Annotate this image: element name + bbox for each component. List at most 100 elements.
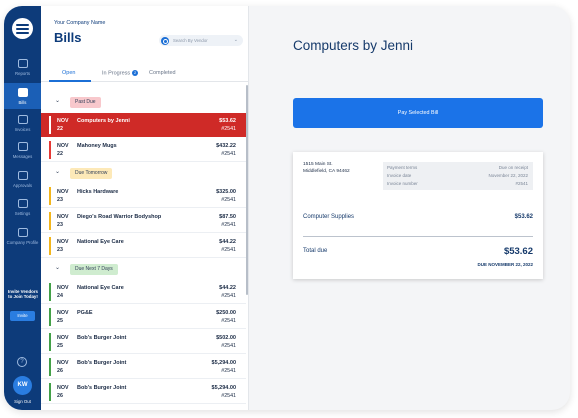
- app-window: Reports Bills Invoices Messages Approvals Set…: [4, 6, 570, 410]
- terms-value: Due on receipt: [498, 165, 528, 170]
- tab-completed[interactable]: Completed: [149, 70, 176, 76]
- bill-row[interactable]: NOV 26 Bob's Burger Joint $5,294.00 #2541: [41, 355, 246, 379]
- sidebar-item-reports[interactable]: Reports: [4, 54, 41, 80]
- address-line: Middlefield, CA 94462: [303, 168, 350, 174]
- bill-amount: $53.62: [219, 118, 236, 124]
- sidebar-item-bills[interactable]: Bills: [4, 83, 41, 109]
- group-header[interactable]: ⌄ Due Next 7 Days: [41, 262, 246, 277]
- bills-icon: [17, 88, 28, 97]
- bill-month: NOV: [57, 360, 69, 366]
- bill-row[interactable]: NOV 25 Bob's Burger Joint $502.00 #2541: [41, 330, 246, 354]
- bills-list-panel: Your Company Name Bills Search By Vendor…: [41, 6, 249, 410]
- tab-in-progress-label: In Progress: [102, 70, 131, 77]
- bill-number: #2541: [221, 151, 236, 157]
- bill-day: 26: [57, 393, 63, 399]
- bill-row[interactable]: NOV 24 National Eye Care $44.22 #2541: [41, 280, 246, 304]
- bill-vendor: Bob's Burger Joint: [77, 385, 127, 391]
- bill-day: 23: [57, 222, 63, 228]
- due-status-bar: [49, 187, 51, 205]
- bill-row[interactable]: NOV 25 PG&E $250.00 #2541: [41, 305, 246, 329]
- active-tab-indicator: [49, 80, 91, 82]
- bill-month: NOV: [57, 385, 69, 391]
- list-scrollbar[interactable]: [246, 85, 248, 295]
- sidebar-item-company-profile[interactable]: Company Profile: [4, 223, 41, 249]
- bill-number: #2541: [221, 222, 236, 228]
- due-status-bar: [49, 308, 51, 326]
- terms-key: Invoice number: [387, 181, 418, 186]
- sidebar-item-label: Bills: [18, 100, 27, 105]
- bill-month: NOV: [57, 335, 69, 341]
- group-header[interactable]: ⌄ Past Due: [41, 95, 246, 110]
- group-label: Due Next 7 Days: [70, 264, 118, 275]
- divider: [303, 236, 533, 237]
- bill-vendor: PG&E: [77, 310, 93, 316]
- sign-out-link[interactable]: Sign Out: [4, 399, 41, 404]
- bill-day: 24: [57, 293, 63, 299]
- chevron-down-icon[interactable]: ⌄: [55, 97, 60, 104]
- terms-value: November 22, 2022: [488, 173, 528, 178]
- due-status-bar: [49, 383, 51, 401]
- in-progress-count-badge: 2: [132, 70, 139, 76]
- bill-amount: $5,294.00: [211, 385, 236, 391]
- tab-in-progress[interactable]: In Progress 2: [102, 70, 139, 77]
- bill-number: #2541: [221, 126, 236, 132]
- search-input[interactable]: Search By Vendor ⌄: [159, 35, 243, 46]
- total-label: Total due: [303, 248, 328, 254]
- bill-month: NOV: [57, 285, 69, 291]
- sidebar-item-invoices[interactable]: Invoices: [4, 110, 41, 136]
- sidebar-item-label: Reports: [14, 71, 31, 76]
- group-label: Past Due: [70, 97, 101, 108]
- bill-number: #2541: [221, 318, 236, 324]
- bill-vendor: Mahoney Mugs: [77, 143, 117, 149]
- terms-key: Payment terms: [387, 165, 418, 170]
- sidebar-item-messages[interactable]: Messages: [4, 137, 41, 163]
- bill-month: NOV: [57, 118, 69, 124]
- bill-day: 26: [57, 368, 63, 374]
- tab-open[interactable]: Open: [62, 70, 75, 76]
- group-header[interactable]: ⌄ Due Tomorrow: [41, 166, 246, 181]
- bill-vendor: Hicks Hardware: [77, 189, 119, 195]
- vendor-title: Computers by Jenni: [293, 38, 414, 53]
- invite-vendors-text: Invite Vendors to Join Today!: [7, 289, 38, 300]
- bill-row[interactable]: NOV 23 National Eye Care $44.22 #2541: [41, 234, 246, 258]
- bill-vendor: Computers by Jenni: [77, 118, 130, 124]
- approvals-icon: [17, 171, 28, 180]
- bill-row[interactable]: NOV 22 Mahoney Mugs $432.22 #2541: [41, 138, 246, 162]
- bill-day: 25: [57, 318, 63, 324]
- bill-number: #2541: [221, 247, 236, 253]
- bill-row[interactable]: NOV 22 Computers by Jenni $53.62 #2541: [41, 113, 246, 137]
- bill-row[interactable]: NOV 26 Bob's Burger Joint $5,294.00 #2541: [41, 380, 246, 404]
- chevron-down-icon[interactable]: ⌄: [55, 264, 60, 271]
- help-icon[interactable]: ?: [17, 357, 27, 367]
- bill-month: NOV: [57, 143, 69, 149]
- app-logo-icon[interactable]: [12, 18, 33, 39]
- group-label: Due Tomorrow: [70, 168, 113, 179]
- sidebar-item-label: Invoices: [14, 127, 31, 132]
- bill-amount: $325.00: [216, 189, 236, 195]
- terms-key: Invoice date: [387, 173, 412, 178]
- sidebar-item-settings[interactable]: Settings: [4, 194, 41, 220]
- bill-vendor: National Eye Care: [77, 239, 124, 245]
- line-item-amount: $53.62: [514, 214, 533, 220]
- bill-day: 25: [57, 343, 63, 349]
- due-status-bar: [49, 237, 51, 255]
- bill-row[interactable]: NOV 23 Diego's Road Warrior Bodyshop $87.50…: [41, 209, 246, 233]
- sidebar-item-approvals[interactable]: Approvals: [4, 166, 41, 192]
- bill-month: NOV: [57, 239, 69, 245]
- invite-button[interactable]: Invite: [10, 311, 35, 321]
- bill-amount: $5,294.00: [211, 360, 236, 366]
- bill-row[interactable]: NOV 23 Hicks Hardware $325.00 #2541: [41, 184, 246, 208]
- bill-month: NOV: [57, 310, 69, 316]
- chevron-down-icon[interactable]: ⌄: [55, 168, 60, 175]
- bill-amount: $432.22: [216, 143, 236, 149]
- bill-amount: $502.00: [216, 335, 236, 341]
- side-nav: Reports Bills Invoices Messages Approvals Set…: [4, 6, 41, 410]
- search-icon: [161, 36, 169, 45]
- bill-number: #2541: [221, 343, 236, 349]
- bill-month: NOV: [57, 214, 69, 220]
- line-item-description: Computer Supplies: [303, 214, 355, 220]
- pay-selected-bill-button[interactable]: Pay Selected Bill: [293, 98, 543, 128]
- chevron-down-icon[interactable]: ⌄: [234, 37, 238, 43]
- vendor-address: 1515 Main St. Middlefield, CA 94462: [303, 162, 350, 175]
- avatar[interactable]: KW: [13, 376, 32, 395]
